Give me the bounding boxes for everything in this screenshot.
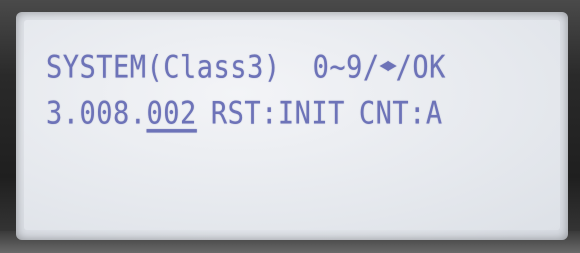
version-edit-cursor[interactable]: 002: [147, 95, 197, 131]
key-range-hint: 0~9/: [312, 49, 380, 85]
lcd-screen: SYSTEM(Class3) 0~9/◀▶/OK 3.008. 002 RST:INI…: [16, 12, 568, 240]
lcd-line-2: 3.008. 002 RST:INIT CNT:A: [46, 93, 443, 132]
lcd-line-1: SYSTEM(Class3) 0~9/◀▶/OK: [46, 47, 446, 86]
counter-status: CNT:A: [358, 95, 443, 131]
version-prefix: 3.008.: [46, 95, 147, 131]
system-mode-label: SYSTEM(Class3): [46, 49, 281, 85]
reset-status: RST:INIT: [210, 95, 345, 131]
lcd-panel: SYSTEM(Class3) 0~9/◀▶/OK 3.008. 002 RST:INI…: [24, 20, 560, 230]
left-right-arrows-icon: ◀▶: [379, 54, 397, 76]
device-bezel: SYSTEM(Class3) 0~9/◀▶/OK 3.008. 002 RST:INI…: [0, 0, 580, 253]
ok-key-hint: /OK: [395, 49, 446, 85]
